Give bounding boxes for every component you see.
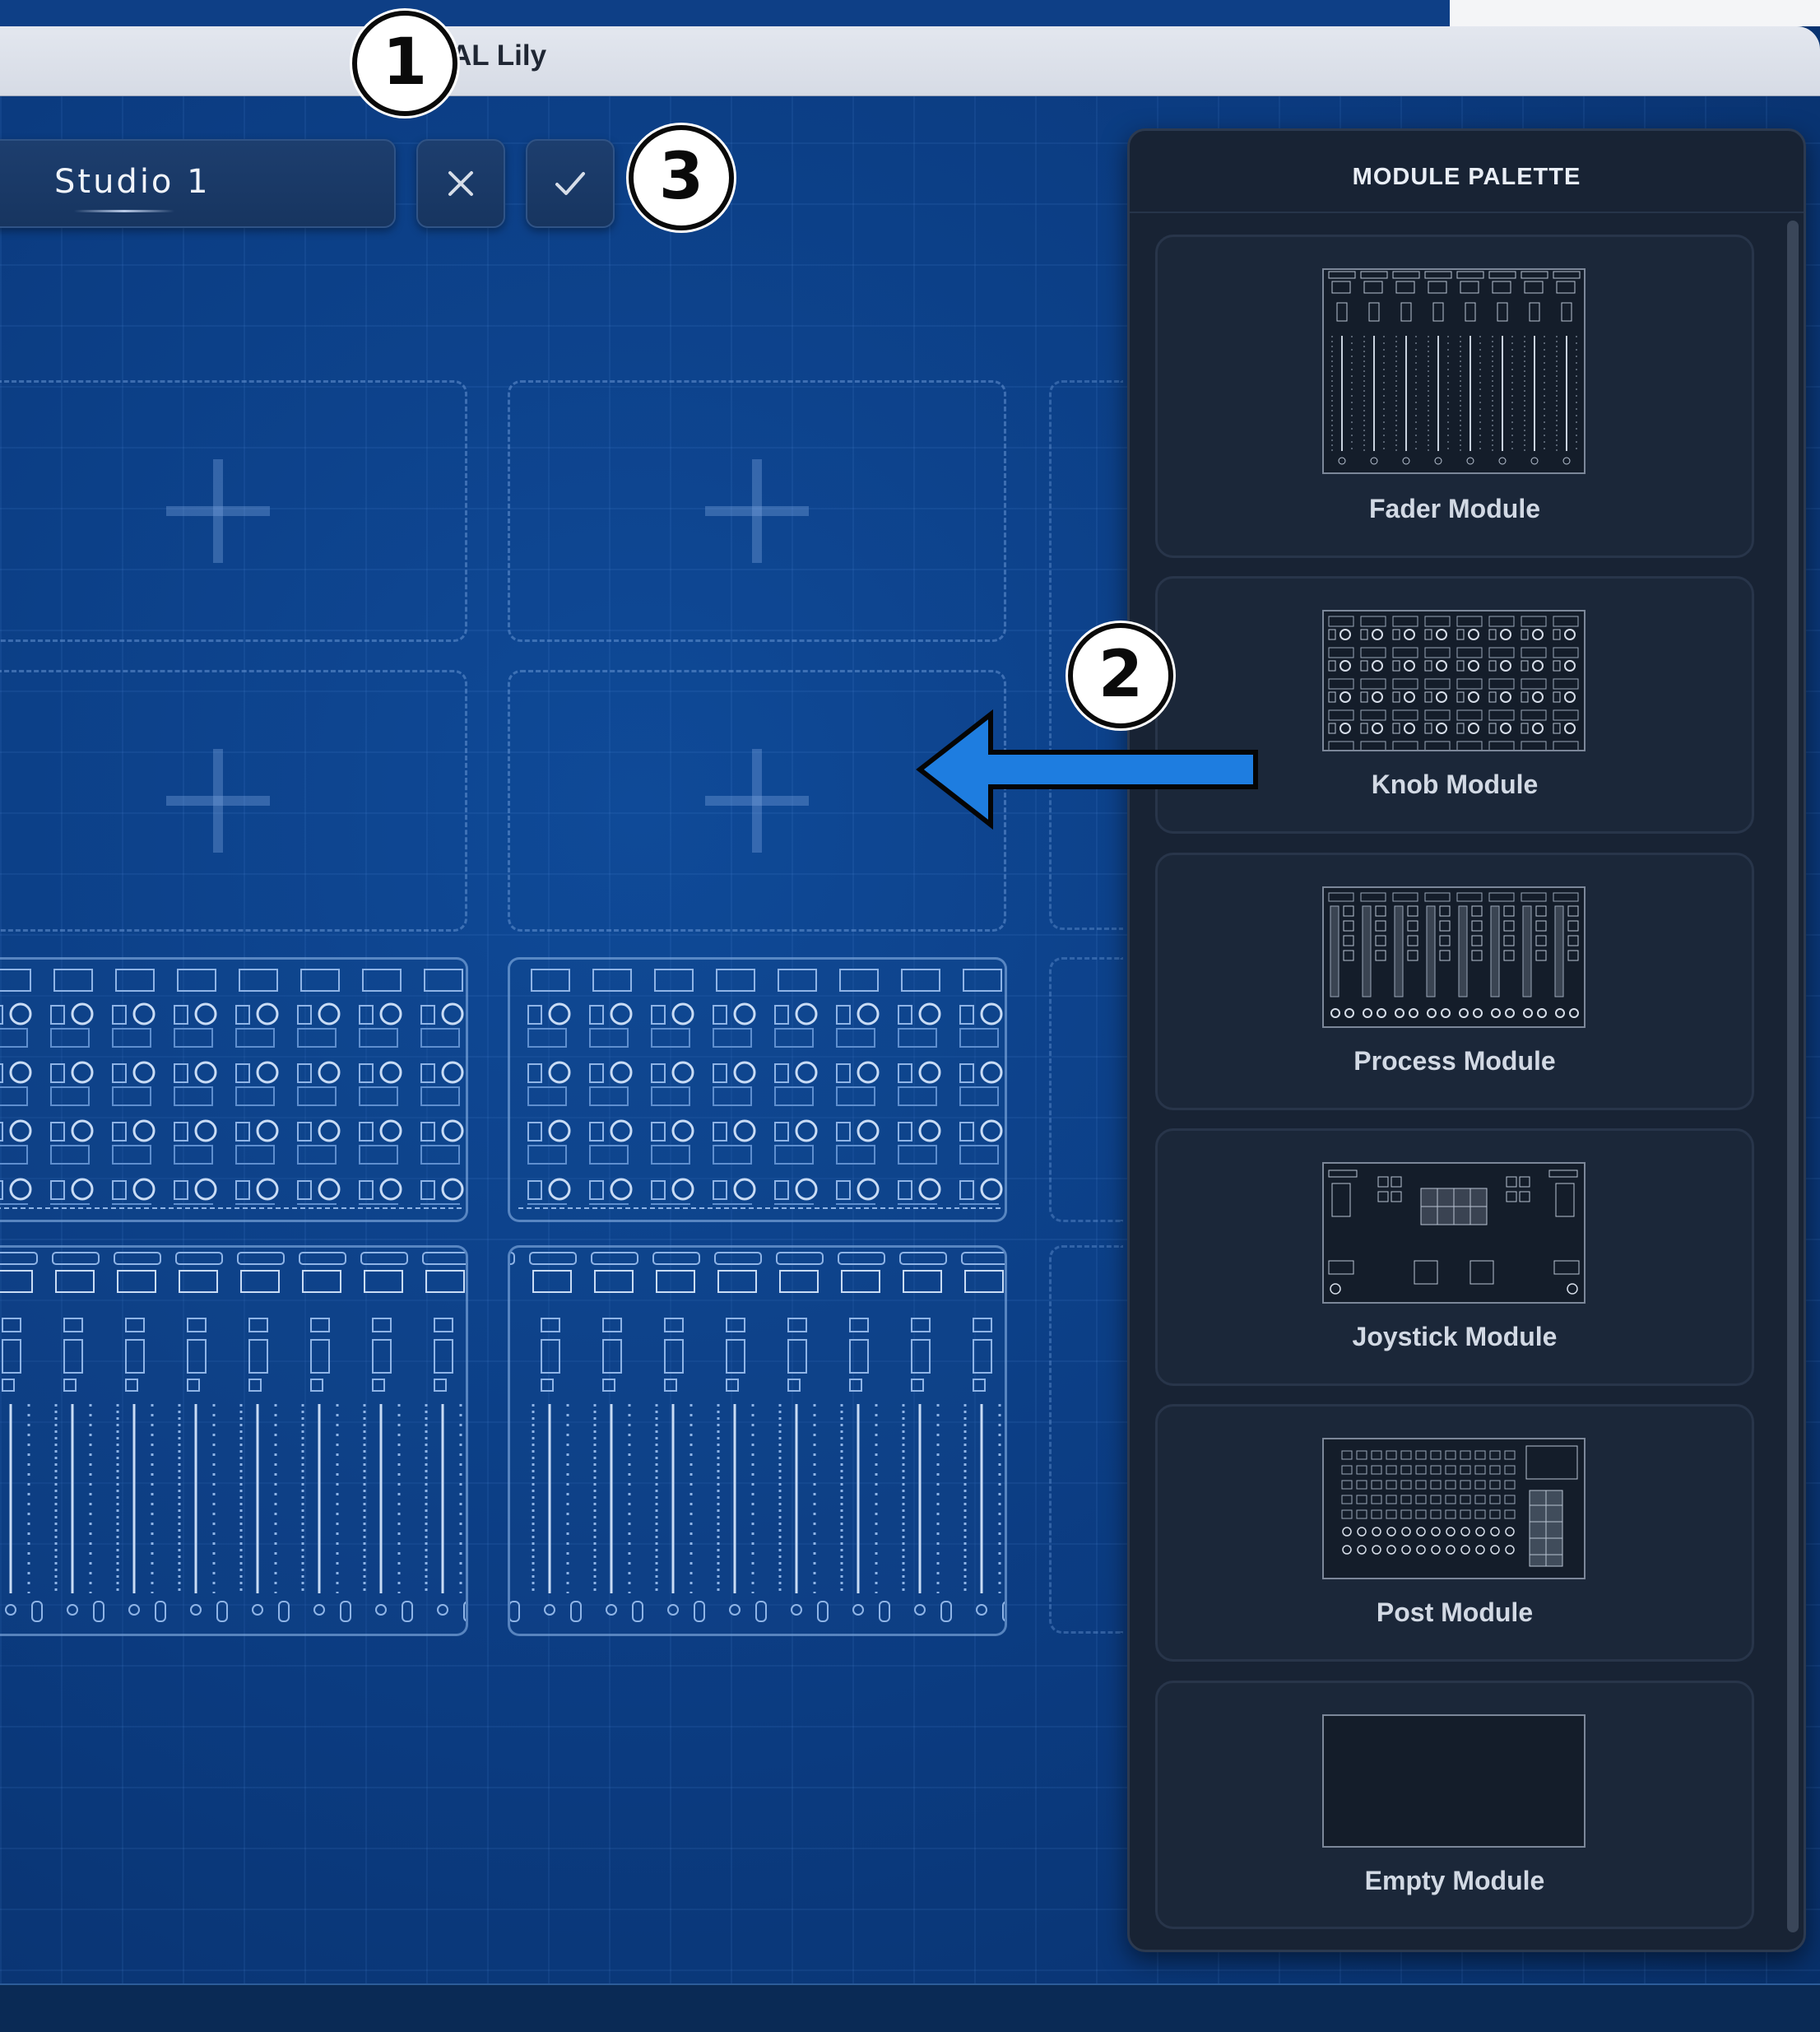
plus-icon [705, 749, 809, 853]
bottom-bar [0, 1983, 1820, 2032]
palette-scrollbar[interactable] [1787, 221, 1799, 1932]
fader-module-drawing [510, 1248, 1005, 1634]
knob-module-drawing [0, 960, 466, 1209]
palette-title: MODULE PALETTE [1352, 164, 1581, 190]
empty-slot[interactable] [508, 380, 1006, 642]
confirm-button[interactable] [526, 139, 615, 228]
plus-icon [166, 459, 270, 563]
palette-item-process-module[interactable]: Process Module [1155, 853, 1754, 1110]
empty-slot[interactable] [0, 670, 467, 932]
app-window: AL Lily Studio 1 MODULE PALETTE Fader Mo… [0, 0, 1820, 2032]
palette-item-joystick-module[interactable]: Joystick Module [1155, 1128, 1754, 1386]
title-bar [0, 26, 1820, 96]
callout-3: 3 [629, 125, 734, 230]
empty-slot-partial[interactable] [1049, 957, 1123, 1222]
palette-item-post-module[interactable]: Post Module [1155, 1404, 1754, 1662]
palette-item-empty-module[interactable]: Empty Module [1155, 1681, 1754, 1929]
palette-item-fader-module[interactable]: Fader Module [1155, 235, 1754, 558]
knob-module-thumbnail [1322, 610, 1586, 751]
palette-item-label: Post Module [1376, 1597, 1534, 1627]
fader-thumb-drawing [1324, 270, 1584, 472]
callout-1: 1 [352, 11, 457, 116]
joystick-thumb-drawing [1328, 1169, 1580, 1295]
cancel-button[interactable] [416, 139, 505, 228]
knob-module-panel[interactable] [508, 957, 1007, 1222]
empty-module-thumbnail [1322, 1714, 1586, 1848]
palette-item-label: Joystick Module [1352, 1322, 1558, 1351]
fader-module-thumbnail [1322, 268, 1586, 474]
plus-icon [705, 459, 809, 563]
knob-module-panel[interactable] [0, 957, 468, 1222]
fader-module-panel[interactable] [508, 1245, 1007, 1636]
process-thumb-drawing [1324, 888, 1584, 1026]
fader-module-drawing [0, 1248, 466, 1634]
post-module-thumbnail [1322, 1438, 1586, 1579]
callout-2: 2 [1068, 623, 1173, 728]
joystick-module-thumbnail [1322, 1162, 1586, 1304]
divider [1130, 212, 1804, 213]
drag-arrow-annotation [916, 709, 1258, 830]
post-thumb-drawing [1340, 1445, 1578, 1567]
process-module-thumbnail [1322, 886, 1586, 1028]
studio-name-field[interactable]: Studio 1 [0, 139, 396, 228]
check-icon [555, 172, 585, 195]
desktop-strip [0, 0, 1450, 26]
desktop-strip-light [1450, 0, 1820, 26]
close-icon [448, 171, 473, 196]
window-title: AL Lily [451, 40, 547, 72]
knob-module-drawing [510, 960, 1005, 1209]
studio-name-text: Studio 1 [54, 163, 211, 201]
palette-item-label: Fader Module [1368, 494, 1540, 523]
empty-slot-partial[interactable] [1049, 1245, 1123, 1634]
name-underline [74, 210, 174, 212]
knob-thumb-drawing [1324, 611, 1584, 750]
plus-icon [166, 749, 270, 853]
empty-slot[interactable] [0, 380, 467, 642]
palette-item-label: Process Module [1353, 1046, 1556, 1076]
palette-item-label: Empty Module [1364, 1866, 1545, 1895]
fader-module-panel[interactable] [0, 1245, 468, 1636]
